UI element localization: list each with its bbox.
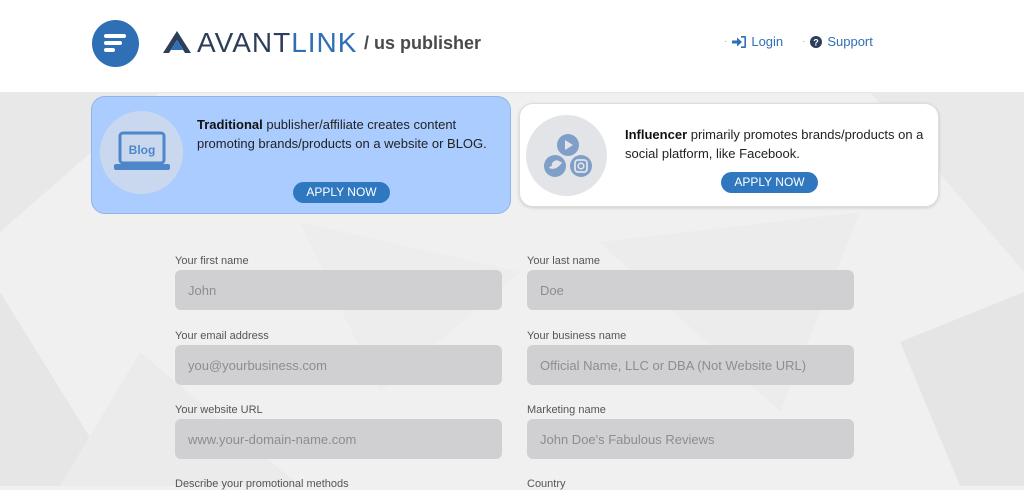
traditional-card-text: Traditional publisher/affiliate creates … xyxy=(197,115,487,153)
traditional-card-title: Traditional xyxy=(197,117,263,132)
avantlink-logo-icon xyxy=(163,31,191,53)
first-name-label: Your first name xyxy=(175,255,249,267)
influencer-apply-now-button[interactable]: APPLY NOW xyxy=(721,172,818,193)
country-label: Country xyxy=(527,478,566,490)
traditional-publisher-card[interactable]: Blog Traditional publisher/affiliate cre… xyxy=(91,96,511,214)
email-label: Your email address xyxy=(175,330,269,342)
support-link[interactable]: · ? Support xyxy=(802,34,873,49)
traditional-apply-now-button[interactable]: APPLY NOW xyxy=(293,182,390,203)
marketing-name-label: Marketing name xyxy=(527,404,606,416)
email-input[interactable] xyxy=(175,345,502,385)
header: AVANTLINK / us publisher · Login · ? Sup… xyxy=(0,0,1024,93)
business-name-label: Your business name xyxy=(527,330,627,342)
sign-in-icon xyxy=(732,35,747,48)
influencer-card-title: Influencer xyxy=(625,127,688,142)
business-name-input[interactable] xyxy=(527,345,854,385)
menu-icon[interactable] xyxy=(92,20,139,67)
page-subtitle: / us publisher xyxy=(364,33,482,53)
question-circle-icon: ? xyxy=(810,35,823,48)
website-url-input[interactable] xyxy=(175,419,502,459)
blog-icon-label: Blog xyxy=(129,143,156,157)
first-name-input[interactable] xyxy=(175,270,502,310)
login-link[interactable]: · Login xyxy=(724,34,783,49)
logo-link-text: LINK xyxy=(291,27,358,58)
marketing-name-input[interactable] xyxy=(527,419,854,459)
influencer-card[interactable]: Influencer primarily promotes brands/pro… xyxy=(519,103,939,207)
logo-avant-text: AVANT xyxy=(197,27,292,58)
last-name-input[interactable] xyxy=(527,270,854,310)
svg-text:?: ? xyxy=(814,37,820,47)
blog-icon: Blog xyxy=(100,111,183,194)
website-url-label: Your website URL xyxy=(175,404,263,416)
promotional-methods-label: Describe your promotional methods xyxy=(175,478,349,490)
influencer-card-text: Influencer primarily promotes brands/pro… xyxy=(625,125,925,163)
logo-wordmark[interactable]: AVANTLINK xyxy=(197,27,357,59)
support-label: Support xyxy=(827,34,873,49)
last-name-label: Your last name xyxy=(527,255,600,267)
social-media-icon xyxy=(526,115,607,196)
login-label: Login xyxy=(751,34,784,49)
